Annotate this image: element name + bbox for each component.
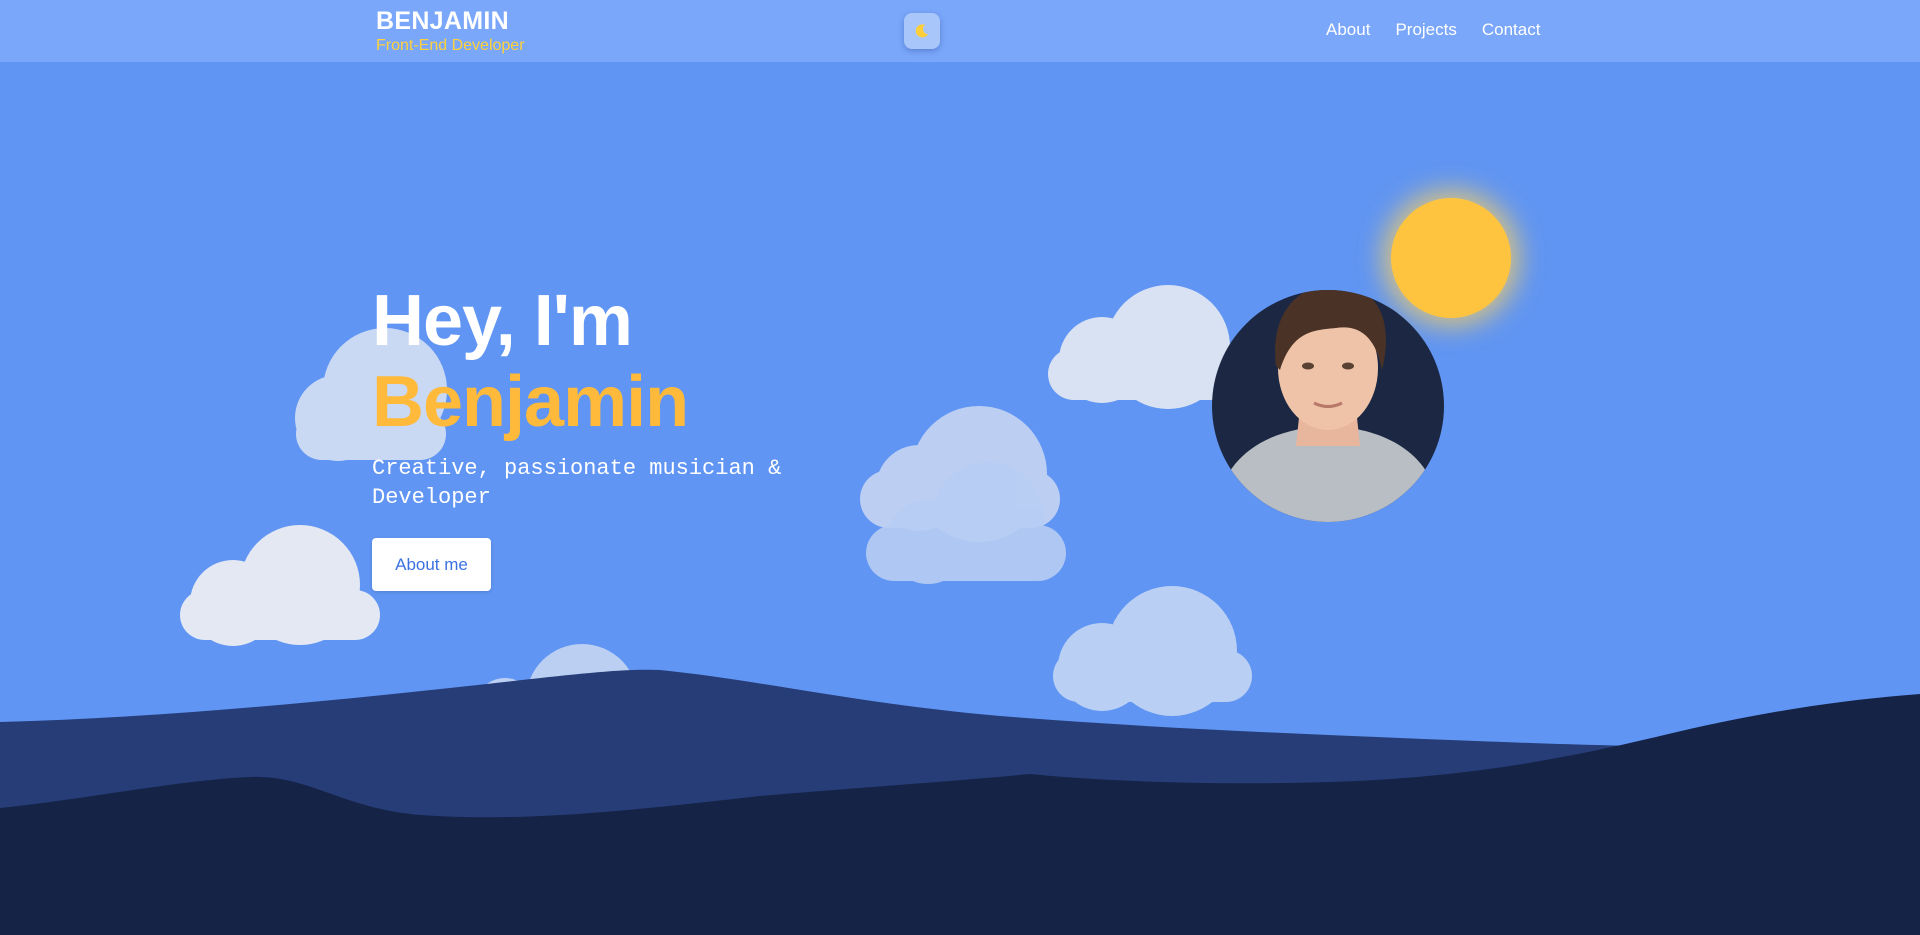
hero-greeting: Hey, I'm (372, 281, 633, 361)
hero-scene: Hey, I'm Benjamin Creative, passionate m… (0, 0, 1920, 935)
hills-illustration (0, 669, 1920, 935)
brand-role: Front-End Developer (376, 37, 525, 54)
main-nav: About Projects Contact (1326, 20, 1540, 40)
brand-name: BENJAMIN (376, 7, 509, 35)
nav-link-projects[interactable]: Projects (1395, 20, 1456, 40)
nav-link-about[interactable]: About (1326, 20, 1370, 40)
about-me-button[interactable]: About me (372, 538, 491, 591)
theme-toggle-button[interactable] (904, 13, 940, 49)
hero-text: Hey, I'm Benjamin Creative, passionate m… (372, 280, 802, 591)
hero-name: Benjamin (372, 362, 689, 442)
nav-link-contact[interactable]: Contact (1482, 20, 1541, 40)
hero-subtitle: Creative, passionate musician & Develope… (372, 456, 782, 510)
brand[interactable]: BENJAMIN Front-End Developer (376, 6, 525, 56)
moon-icon (915, 24, 928, 38)
top-header: BENJAMIN Front-End Developer About Proje… (0, 0, 1920, 62)
